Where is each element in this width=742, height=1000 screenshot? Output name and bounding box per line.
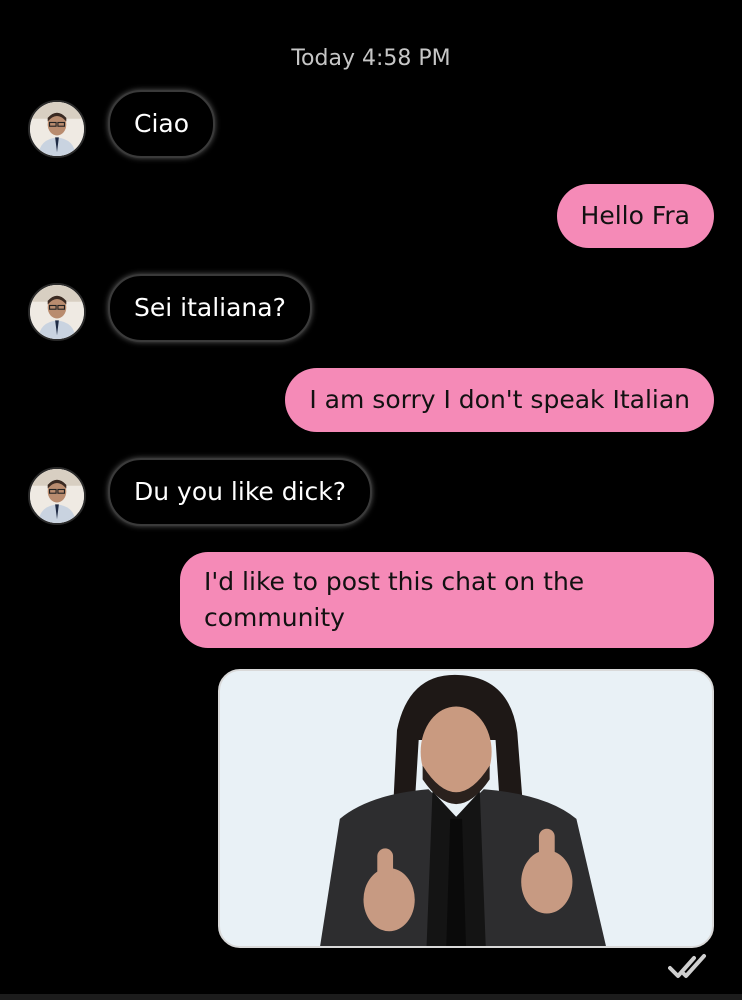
contact-avatar[interactable] <box>28 100 86 158</box>
incoming-message[interactable]: Ciao <box>108 90 216 158</box>
chat-screen: Today 4:58 PM Ciao Hello Fra Sei italian… <box>0 0 742 1000</box>
contact-avatar[interactable] <box>28 467 86 525</box>
chat-timestamp: Today 4:58 PM <box>291 46 451 71</box>
incoming-message[interactable]: Sei italiana? <box>108 274 312 342</box>
composer-divider <box>0 994 742 1000</box>
double-check-icon <box>668 954 706 978</box>
outgoing-message[interactable]: I'd like to post this chat on the commun… <box>180 552 714 648</box>
gif-image <box>221 671 711 946</box>
outgoing-message[interactable]: Hello Fra <box>556 184 714 248</box>
outgoing-message[interactable]: I am sorry I don't speak Italian <box>285 368 714 432</box>
gif-image-message[interactable] <box>218 669 714 948</box>
incoming-message[interactable]: Du you like dick? <box>108 458 373 526</box>
contact-avatar[interactable] <box>28 283 86 341</box>
